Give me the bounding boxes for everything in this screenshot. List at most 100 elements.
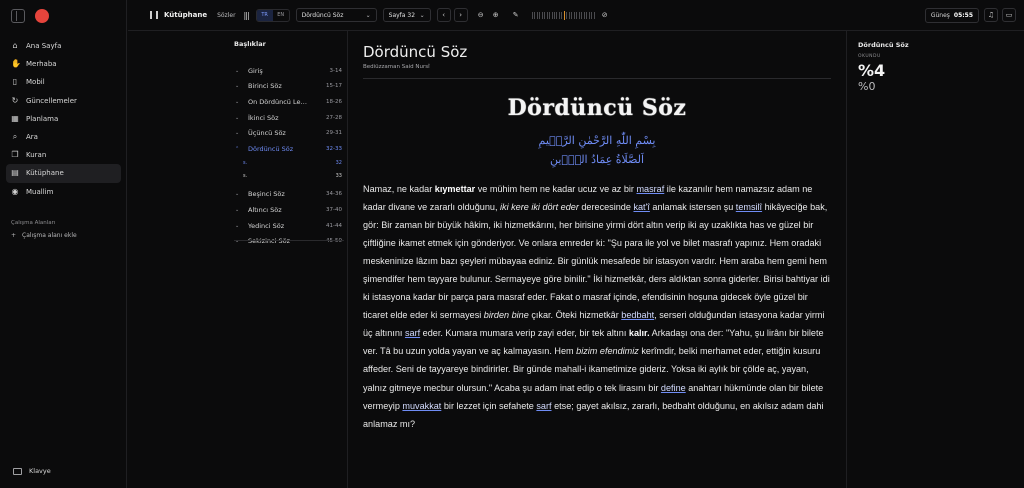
sidebar-item-ara[interactable]: ⌕ Ara	[6, 128, 121, 146]
lang-en-button[interactable]: EN	[273, 10, 289, 21]
chevron-down-icon: ⌄	[235, 67, 240, 74]
sidebar-item-guncellemeler[interactable]: ↻ Güncellemeler	[6, 92, 121, 110]
panel-toggle-icon[interactable]: ▭	[1002, 8, 1016, 22]
columns-icon[interactable]: |||	[244, 11, 250, 20]
heading-subitem[interactable]: s. 32	[229, 157, 346, 170]
language-toggle: TR EN	[255, 8, 290, 22]
next-page-button[interactable]: ›	[453, 8, 468, 22]
heading-subitem[interactable]: s. 33	[229, 170, 346, 183]
heading-item[interactable]: ⌄ İkinci Söz 27-28	[229, 110, 346, 126]
term-link[interactable]: masraf	[636, 184, 664, 194]
heading-item[interactable]: ⌄ Yedinci Söz 41-44	[229, 218, 346, 234]
heading-item[interactable]: ⌄ On Dördüncü Lem'a 18-26	[229, 94, 346, 110]
progress-panel: Dördüncü Söz OKUNDU %4 %0	[848, 31, 1024, 488]
sidebar-item-label: Muallim	[26, 187, 54, 196]
body-text: Namaz, ne kadar kıymettar ve mühim hem n…	[363, 184, 830, 429]
progress-subvalue: %0	[858, 80, 876, 93]
heading-item[interactable]: ⌄ Giriş 3-14	[229, 63, 346, 79]
toolbar: Kütüphane Sözler ||| TR EN Dördüncü Söz …	[128, 0, 1024, 31]
timeline-slider[interactable]	[529, 8, 595, 22]
chevron-down-icon: ⌄	[235, 206, 240, 213]
chevron-down-icon: ⌄	[235, 114, 240, 121]
chevron-down-icon: ⌄	[235, 222, 240, 229]
heading-item[interactable]: ⌄ Altıncı Söz 37-40	[229, 202, 346, 218]
sidebar-item-label: Kütüphane	[26, 169, 64, 178]
heading-item[interactable]: ⌄ Birinci Söz 15-17	[229, 79, 346, 95]
sidebar-item-kutuphane[interactable]: ▤ Kütüphane	[6, 164, 121, 183]
page-select[interactable]: Sayfa 32 ⌄	[382, 8, 431, 22]
divider	[234, 240, 344, 241]
zoom-out-button[interactable]: ⊖	[474, 8, 488, 22]
book-icon: ❐	[11, 150, 19, 160]
sidebar-item-label: Ara	[26, 133, 38, 142]
lang-tr-button[interactable]: TR	[256, 9, 273, 21]
pen-icon[interactable]: ✎	[509, 8, 523, 22]
chevron-down-icon: ⌄	[235, 83, 240, 90]
progress-title: Dördüncü Söz	[858, 41, 909, 49]
zoom-in-icon: ⊕	[492, 11, 499, 19]
sidebar-toggle-icon[interactable]	[11, 8, 25, 23]
sidebar-item-label: Mobil	[26, 78, 45, 87]
chevron-down-icon: ⌄	[419, 11, 425, 19]
add-workspace-button[interactable]: + Çalışma alanı ekle	[11, 232, 126, 239]
keyboard-icon	[13, 467, 22, 475]
zoom-in-button[interactable]: ⊕	[489, 8, 503, 22]
sidebar-item-merhaba[interactable]: ✋ Merhaba	[6, 55, 121, 73]
page-select-value: Sayfa 32	[388, 11, 416, 19]
home-icon: ⌂	[12, 41, 18, 51]
arabic-verse: اَلصَّلَاةُ عِمَادُ الدّ۪ينِ	[549, 153, 645, 166]
sidebar-item-label: Güncellemeler	[26, 96, 77, 105]
sidebar-item-kuran[interactable]: ❐ Kuran	[6, 146, 121, 164]
prev-page-button[interactable]: ‹	[436, 8, 451, 22]
gunes-time: 05:55	[953, 11, 973, 19]
author-label: Bediüzzaman Said Nursî	[363, 64, 430, 70]
chevron-up-icon: ⌃	[235, 145, 240, 152]
sozler-link[interactable]: Sözler	[217, 12, 235, 19]
keyboard-label: Klavye	[29, 467, 51, 475]
sidebar-item-muallim[interactable]: ◉ Muallim	[6, 183, 121, 201]
heading-item-active[interactable]: ⌃ Dördüncü Söz 32-33	[229, 141, 346, 157]
library-title: Kütüphane	[150, 11, 207, 19]
eye-off-icon[interactable]: ⊘	[598, 8, 612, 22]
term-link[interactable]: sarf	[405, 328, 420, 338]
sidebar-item-ana-sayfa[interactable]: ⌂ Ana Sayfa	[6, 37, 121, 55]
term-link[interactable]: temsilî	[736, 202, 762, 212]
heading-item[interactable]: ⌄ Üçüncü Söz 29-31	[229, 125, 346, 141]
progress-label: OKUNDU	[858, 54, 881, 59]
workspaces-title: Çalışma Alanları	[11, 219, 56, 226]
book-select[interactable]: Dördüncü Söz ⌄	[295, 8, 377, 22]
heading-item[interactable]: ⌄ Beşinci Söz 34-36	[229, 187, 346, 203]
term-link[interactable]: muvakkat	[402, 401, 441, 411]
chevron-down-icon: ⌄	[235, 191, 240, 198]
calendar-icon: ▦	[11, 113, 19, 123]
chevron-right-icon: ›	[459, 11, 463, 19]
headings-list: ⌄ Giriş 3-14 ⌄ Birinci Söz 15-17 ⌄ On Dördünc…	[229, 63, 346, 249]
wave-icon: ✋	[11, 59, 21, 69]
term-link[interactable]: kat'î	[633, 202, 649, 212]
sidebar-item-label: Planlama	[26, 114, 59, 123]
headphones-icon[interactable]: ♫	[984, 8, 998, 22]
reader-pane: Dördüncü Söz Bediüzzaman Said Nursî Dörd…	[347, 31, 847, 488]
sidebar-nav: ⌂ Ana Sayfa ✋ Merhaba ▯ Mobil ↻ Güncelle…	[0, 31, 126, 201]
headings-panel: Başlıklar ⌄ Giriş 3-14 ⌄ Birinci Söz 15-17 ⌄…	[229, 31, 346, 488]
sidebar-item-planlama[interactable]: ▦ Planlama	[6, 110, 121, 128]
chevron-left-icon: ‹	[442, 11, 446, 19]
sidebar-item-label: Ana Sayfa	[26, 42, 62, 51]
heading-item[interactable]: ⌄ Sekizinci Söz 45-50	[229, 233, 346, 249]
basmala-text: بِسْمِ اللّٰهِ الرَّحْمٰنِ الرَّح۪يمِ	[538, 134, 656, 147]
term-link[interactable]: bedbaht	[621, 310, 654, 320]
record-button[interactable]	[35, 8, 49, 23]
term-link[interactable]: sarf	[536, 401, 551, 411]
library-icon	[150, 11, 158, 19]
keyboard-button[interactable]: Klavye	[5, 462, 121, 480]
sidebar-item-mobil[interactable]: ▯ Mobil	[6, 73, 121, 91]
term-link[interactable]: define	[661, 383, 686, 393]
user-icon: ◉	[11, 186, 19, 196]
chevron-down-icon: ⌄	[235, 130, 240, 137]
sun-time-badge[interactable]: Güneş 05:55	[924, 7, 979, 23]
sidebar-item-label: Merhaba	[26, 60, 57, 69]
sidebar-top	[0, 0, 126, 31]
add-workspace-label: Çalışma alanı ekle	[22, 231, 77, 239]
plus-icon: +	[11, 231, 17, 239]
sidebar-item-label: Kuran	[26, 151, 47, 160]
